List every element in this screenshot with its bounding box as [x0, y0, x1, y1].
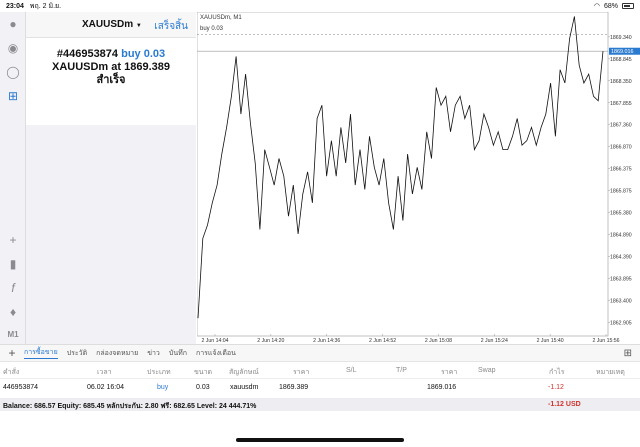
order-number: #446953874 [56, 48, 119, 60]
cell-type: buy [157, 384, 169, 391]
col-type: ประเภท [147, 369, 171, 376]
chevron-down-icon: ▼ [135, 23, 142, 29]
chart-title: XAUUSDm, M1 [200, 15, 242, 21]
order-panel: XAUUSDm ▼ เสร็จสิ้น #446953874 buy 0.03 … [26, 12, 196, 125]
y-tick-label: 1868.845 [610, 57, 632, 63]
plot-frame [197, 12, 609, 337]
col-time: เวลา [97, 369, 112, 376]
new-order-icon[interactable]: ⊞ [5, 88, 21, 104]
add-icon[interactable]: + [0, 346, 24, 360]
total-profit-currency: USD [565, 401, 581, 408]
order-panel-header: XAUUSDm ▼ เสร็จสิ้น [26, 12, 196, 38]
y-tick-label: 1862.905 [610, 320, 632, 326]
cell-order: 446953874 [3, 384, 39, 391]
done-button[interactable]: เสร็จสิ้น [154, 19, 188, 34]
total-profit-value: -1.12 [548, 401, 564, 408]
col-profit: กำไร [549, 369, 565, 376]
current-price-label: 1869.016 [611, 49, 633, 55]
cell-current-price: 1869.016 [427, 384, 457, 391]
col-symbol: สัญลักษณ์ [229, 369, 259, 376]
order-line-1: #446953874 buy 0.03 [26, 48, 196, 61]
user-icon[interactable]: ● [5, 16, 21, 32]
battery-icon [622, 3, 634, 9]
col-size: ขนาด [194, 369, 213, 376]
status-time: 23:04 [6, 2, 24, 10]
wifi-icon: ◠ [593, 3, 600, 10]
order-result: สำเร็จ [96, 74, 126, 86]
cell-price: 1869.389 [279, 384, 309, 391]
col-order: คำสั่ง [3, 369, 20, 376]
tab-journal[interactable]: บันทึก [169, 348, 187, 359]
home-indicator[interactable] [236, 438, 404, 442]
col-price: ราคา [293, 369, 310, 376]
table-row[interactable]: 446953874 06.02 16:04 buy 0.03 xauusdm 1… [0, 380, 640, 396]
order-price: 1869.389 [124, 61, 171, 73]
left-empty-area [26, 125, 196, 344]
chat-icon[interactable]: ◯ [5, 64, 21, 80]
status-date: พฤ. 2 มิ.ย. [29, 2, 62, 10]
col-sl: S/L [346, 367, 357, 374]
table-header: คำสั่ง เวลา ประเภท ขนาด สัญลักษณ์ ราคา S… [0, 363, 640, 379]
indicators-icon[interactable]: f [5, 280, 21, 296]
order-confirmation: #446953874 buy 0.03 XAUUSDm at 1869.389 … [26, 48, 196, 87]
timeframe-button[interactable]: M1 [5, 326, 21, 342]
y-tick-label: 1866.870 [610, 144, 632, 150]
y-tick-label: 1865.875 [610, 189, 632, 195]
tab-history[interactable]: ประวัติ [67, 348, 87, 359]
objects-icon[interactable]: ♦ [5, 304, 21, 320]
chart-area[interactable]: 1869.340 1868.845 1868.350 1867.855 1867.360… [197, 12, 640, 344]
candles-icon[interactable]: ▮ [5, 256, 21, 272]
balance-summary: Balance: 686.57 Equity: 685.45 หลักประกั… [3, 403, 257, 410]
y-tick-label: 1869.340 [610, 35, 632, 41]
col-note: หมายเหตุ [596, 369, 625, 376]
y-tick-label: 1864.390 [610, 255, 632, 261]
layout-icon[interactable]: ⊞ [624, 348, 632, 359]
battery-percent: 68% [603, 2, 618, 10]
symbol-selector[interactable]: XAUUSDm ▼ [82, 19, 142, 30]
y-tick-label: 1867.360 [610, 123, 632, 129]
symbol-label: XAUUSDm [82, 19, 134, 30]
order-line-2: XAUUSDm at 1869.389 [26, 61, 196, 74]
y-tick-label: 1863.400 [610, 298, 632, 304]
order-type: buy 0.03 [121, 48, 166, 60]
account-icon[interactable]: ◉ [5, 40, 21, 56]
price-chart[interactable]: 1869.340 1868.845 1868.350 1867.855 1867.360… [197, 12, 640, 344]
y-tick-label: 1868.350 [610, 79, 632, 85]
total-profit: -1.12 USD [548, 401, 581, 408]
cell-size: 0.03 [196, 384, 210, 391]
cell-profit: -1.12 [548, 384, 564, 391]
col-current-price: ราคา [441, 369, 458, 376]
col-tp: T/P [396, 367, 407, 374]
col-swap: Swap [478, 367, 496, 374]
crosshair-icon[interactable]: + [5, 232, 21, 248]
tab-mailbox[interactable]: กล่องจดหมาย [96, 348, 138, 359]
status-bar: 23:04 พฤ. 2 มิ.ย. ◠ 68% [0, 0, 640, 12]
tab-news[interactable]: ข่าว [147, 348, 160, 359]
y-tick-label: 1863.895 [610, 277, 632, 283]
y-tick-label: 1865.380 [610, 211, 632, 217]
y-tick-label: 1864.890 [610, 232, 632, 238]
order-symbol-at: XAUUSDm at [51, 61, 122, 73]
tab-alerts[interactable]: การแจ้งเตือน [196, 348, 236, 359]
cell-time: 06.02 16:04 [87, 384, 124, 391]
status-right: ◠ 68% [594, 2, 634, 10]
bottom-toolbar: + การซื้อขาย ประวัติ กล่องจดหมาย ข่าว บั… [0, 344, 640, 362]
balance-row: Balance: 686.57 Equity: 685.45 หลักประกั… [0, 398, 640, 411]
cell-symbol: xauusdm [230, 384, 259, 391]
chart-buy-label: buy 0.03 [200, 26, 224, 32]
y-tick-label: 1867.855 [610, 101, 632, 107]
left-toolbar: ● ◉ ◯ ⊞ + ▮ f ♦ M1 [0, 12, 26, 344]
y-tick-label: 1866.375 [610, 166, 632, 172]
tab-trade[interactable]: การซื้อขาย [24, 347, 58, 359]
